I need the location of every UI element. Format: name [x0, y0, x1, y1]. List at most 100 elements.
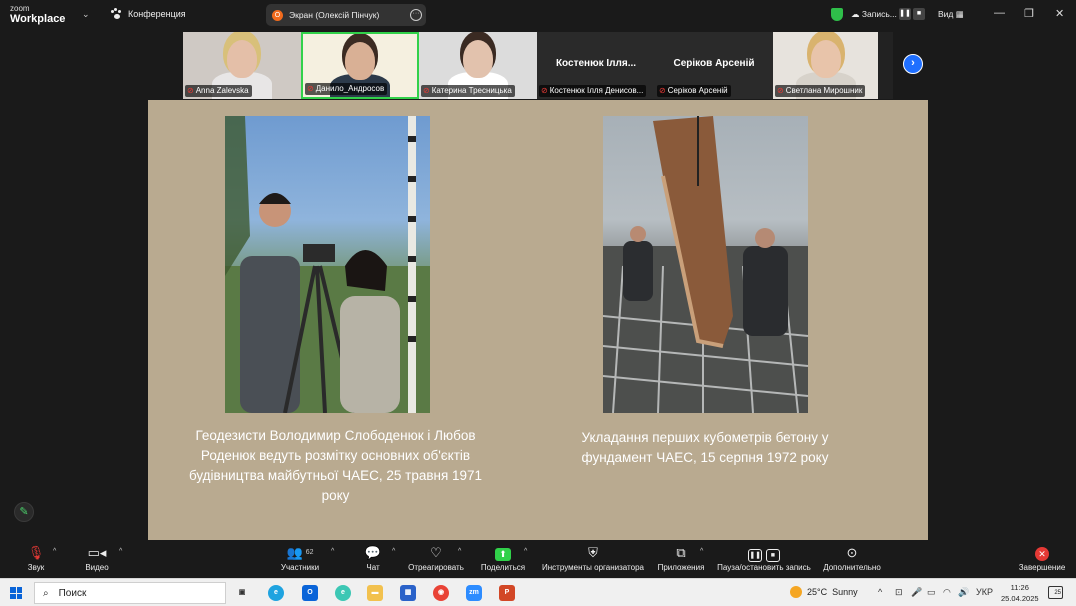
chat-button[interactable]: 💬 Чат — [364, 545, 382, 572]
mic-muted-icon: 🎙 — [27, 545, 45, 560]
participant-name: ⊘ Костенюк Ілля Денисов... — [539, 85, 647, 97]
share-caret[interactable]: ^ — [524, 548, 527, 555]
chat-caret[interactable]: ^ — [392, 548, 395, 555]
sun-icon — [790, 586, 802, 598]
annotate-pencil-icon[interactable]: ✎ — [14, 502, 34, 522]
participant-tile[interactable]: Костенюк Ілля... ⊘ Костенюк Ілля Денисов.… — [537, 32, 655, 99]
meeting-title: Конференция — [128, 9, 186, 19]
zoom-window: zoom Workplace ⌄ Конференция O Экран (Ол… — [0, 0, 1076, 606]
participant-strip: ⊘ Anna Zalevska ⊘ Данило_Андросов ⊘ Катерин… — [183, 32, 893, 99]
taskbar-search[interactable]: ⌕ Поиск — [34, 582, 226, 604]
meeting-toolbar: 🎙 Звук ^ ▭◂ Видео ^ 👥 62 Участники ^ 💬 Ча… — [0, 540, 1076, 578]
end-meeting-button[interactable]: ✕ Завершение — [1018, 545, 1066, 572]
microphone-icon[interactable]: 🎤 — [911, 587, 922, 598]
store-icon[interactable]: ▦ — [400, 585, 416, 601]
shield-icon: ⛨ — [588, 545, 598, 560]
video-button[interactable]: ▭◂ Видео — [84, 545, 110, 572]
mic-off-icon: ⊘ — [541, 86, 548, 95]
participant-big-name: Костенюк Ілля... — [555, 58, 637, 69]
chat-bubble-icon: 💬 — [364, 545, 382, 560]
react-button[interactable]: ♡ Отреагировать — [407, 545, 465, 572]
participant-name: ⊘ Серіков Арсеній — [657, 85, 731, 97]
logo-line2: Workplace — [10, 13, 66, 25]
windows-start-icon[interactable] — [10, 587, 22, 599]
share-button[interactable]: ⬆ Поделиться — [480, 545, 526, 572]
file-explorer-icon[interactable]: ▬ — [367, 585, 383, 601]
task-view-icon[interactable]: ▣ — [234, 585, 250, 601]
host-tools-button[interactable]: ⛨ Инструменты организатора — [541, 545, 645, 572]
outlook-icon[interactable]: O — [302, 585, 318, 601]
wifi-icon[interactable]: ◠ — [943, 587, 951, 598]
maximize-icon[interactable]: ❐ — [1024, 7, 1034, 20]
chevron-down-icon[interactable]: ⌄ — [82, 9, 90, 20]
language-indicator[interactable]: УКР — [976, 587, 993, 597]
search-placeholder: Поиск — [58, 587, 87, 599]
participant-big-name: Серіков Арсеній — [673, 58, 755, 69]
participant-name: ⊘ Anna Zalevska — [185, 85, 252, 97]
mic-off-icon: ⊘ — [659, 86, 666, 95]
share-arrow-icon: ⬆ — [480, 545, 526, 561]
recording-controls: ❚❚ ■ — [899, 8, 925, 20]
battery-icon[interactable]: ▭ — [927, 587, 936, 598]
paw-icon — [110, 8, 122, 20]
stop-recording-icon[interactable]: ■ — [913, 8, 925, 20]
taskbar-clock[interactable]: 11:26 25.04.2025 — [1001, 582, 1039, 604]
heart-icon: ♡ — [430, 545, 442, 560]
caption-concrete: Укладання перших кубометрів бетону у фун… — [581, 430, 829, 465]
zoom-taskbar-icon[interactable]: zm — [466, 585, 482, 601]
participant-tile[interactable]: ⊘ Anna Zalevska — [183, 32, 301, 99]
audio-button[interactable]: 🎙 Звук — [24, 545, 48, 572]
minimize-icon[interactable]: — — [994, 7, 1005, 19]
participant-tile-active[interactable]: ⊘ Данило_Андросов — [301, 32, 419, 99]
more-icon: ⊙ — [846, 545, 858, 560]
windows-taskbar: ⌕ Поиск ▣ e O e ▬ ▦ ◉ zm P 25°C Sunny ^ … — [0, 578, 1076, 606]
pause-stop-recording-button[interactable]: ❚❚ ■ Пауза/остановить запись — [716, 545, 812, 572]
apps-caret[interactable]: ^ — [700, 548, 703, 555]
people-icon: 👥 62 — [286, 545, 314, 560]
photo-concrete-pouring — [603, 116, 808, 413]
volume-icon[interactable]: 🔊 — [958, 587, 969, 598]
participants-caret[interactable]: ^ — [331, 548, 334, 555]
react-caret[interactable]: ^ — [458, 548, 461, 555]
more-button[interactable]: ⊙ Дополнительно — [822, 545, 882, 572]
mic-off-icon: ⊘ — [307, 84, 314, 93]
search-icon: ⌕ — [43, 587, 49, 599]
weather-widget[interactable]: 25°C Sunny — [790, 586, 858, 598]
title-bar: zoom Workplace ⌄ Конференция O Экран (Ол… — [0, 0, 1076, 30]
view-button[interactable]: Вид ▦ — [938, 9, 964, 20]
recording-status: ☁ Запись... — [851, 9, 897, 19]
participant-name: ⊘ Данило_Андросов — [305, 83, 388, 95]
next-page-button[interactable]: › — [903, 54, 923, 74]
mic-off-icon: ⊘ — [423, 86, 430, 95]
apps-button[interactable]: ⧉ Приложения — [656, 545, 706, 572]
participant-name: ⊘ Светлана Мирошник — [775, 85, 866, 97]
caption-surveyors: Геодезисти Володимир Слободенюк і Любов … — [188, 428, 483, 503]
security-shield-icon[interactable] — [831, 8, 843, 21]
video-camera-icon: ▭◂ — [87, 545, 107, 560]
meeting-info[interactable]: Конференция — [110, 8, 186, 20]
end-icon: ✕ — [1018, 545, 1066, 561]
shared-slide: Геодезисти Володимир Слободенюк і Любов … — [148, 100, 928, 540]
share-label: Экран (Олексій Пінчук) — [289, 10, 380, 20]
close-icon[interactable]: ✕ — [1055, 7, 1064, 20]
pause-stop-icon: ❚❚ ■ — [716, 545, 812, 562]
pause-recording-icon[interactable]: ❚❚ — [899, 8, 911, 20]
chrome-icon[interactable]: ◉ — [433, 585, 449, 601]
video-options-caret[interactable]: ^ — [119, 548, 122, 555]
powerpoint-icon[interactable]: P — [499, 585, 515, 601]
screen-share-indicator[interactable]: O Экран (Олексій Пінчук) ··· — [266, 4, 426, 26]
zoom-logo[interactable]: zoom Workplace — [10, 4, 66, 25]
participant-tile[interactable]: ⊘ Катерина Тресницька — [419, 32, 537, 99]
participant-tile[interactable]: ⊘ Светлана Мирошник — [773, 32, 878, 99]
notifications-icon[interactable]: 25 — [1048, 586, 1063, 599]
photo-surveyors — [225, 116, 430, 413]
participant-tile[interactable]: Серіков Арсеній ⊘ Серіков Арсеній — [655, 32, 773, 99]
edge-beta-icon[interactable]: e — [335, 585, 351, 601]
participants-button[interactable]: 👥 62 Участники — [279, 545, 321, 572]
audio-options-caret[interactable]: ^ — [53, 548, 56, 555]
more-icon[interactable]: ··· — [410, 9, 422, 21]
mic-off-icon: ⊘ — [187, 86, 194, 95]
edge-icon[interactable]: e — [268, 585, 284, 601]
tray-chevron-icon[interactable]: ^ — [878, 587, 882, 597]
meet-now-icon[interactable]: ⊡ — [895, 587, 903, 598]
